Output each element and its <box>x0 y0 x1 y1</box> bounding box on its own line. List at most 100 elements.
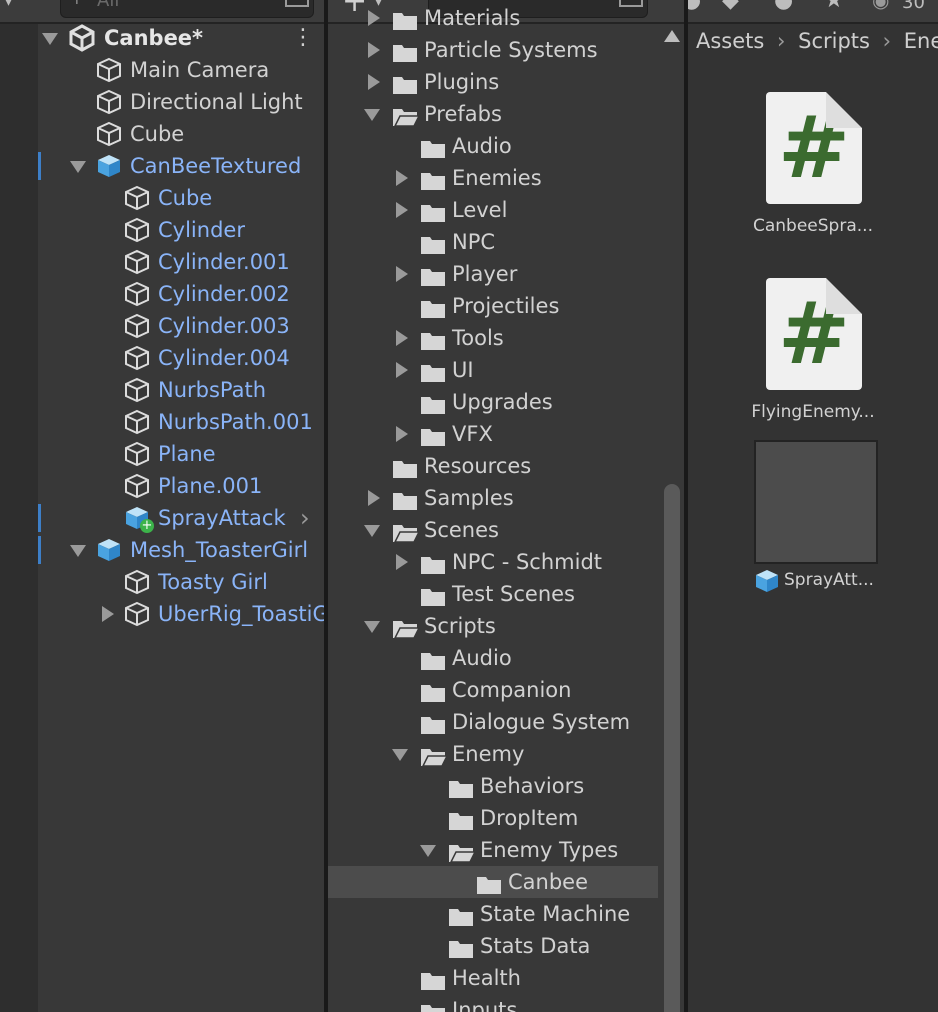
info-icon[interactable]: ● <box>774 0 793 13</box>
hierarchy-search-input[interactable]: ⚲ All <box>60 0 314 18</box>
hierarchy-item[interactable]: UberRig_ToastiGirl <box>0 598 324 630</box>
project-folder-item[interactable]: Dialogue System <box>328 706 658 738</box>
foldout-expanded-icon[interactable] <box>420 845 436 857</box>
project-folder-item[interactable]: Upgrades <box>328 386 658 418</box>
hierarchy-item-label: UberRig_ToastiGirl <box>158 602 324 626</box>
foldout-collapsed-icon[interactable] <box>396 266 408 282</box>
script-asset[interactable]: # CanbeeSpra... <box>738 92 888 252</box>
folder-open-icon <box>448 840 477 863</box>
hierarchy-item[interactable]: + SprayAttack › <box>0 502 324 534</box>
hierarchy-item[interactable]: Cylinder.001 <box>0 246 324 278</box>
prefab-asset[interactable]: SprayAtt... <box>738 440 888 624</box>
foldout-collapsed-icon[interactable] <box>396 170 408 186</box>
hierarchy-item[interactable]: Cube <box>0 118 324 150</box>
hierarchy-item[interactable]: Cube <box>0 182 324 214</box>
foldout-expanded-icon[interactable] <box>392 749 408 761</box>
project-folder-item[interactable]: State Machine <box>328 898 658 930</box>
folder-open-icon <box>392 616 421 639</box>
hierarchy-item-label: NurbsPath.001 <box>158 410 313 434</box>
project-folder-item[interactable]: Behaviors <box>328 770 658 802</box>
breadcrumb-scripts[interactable]: Scripts <box>798 29 870 53</box>
script-asset[interactable]: # FlyingEnemy... <box>738 278 888 438</box>
hierarchy-item[interactable]: Cylinder <box>0 214 324 246</box>
project-folder-item[interactable]: Materials <box>328 2 658 34</box>
open-prefab-chevron-icon[interactable]: › <box>300 502 310 534</box>
foldout-collapsed-icon[interactable] <box>396 202 408 218</box>
project-folder-item[interactable]: Test Scenes <box>328 578 658 610</box>
project-folder-item[interactable]: Audio <box>328 130 658 162</box>
hierarchy-item[interactable]: Plane <box>0 438 324 470</box>
asset-label: CanbeeSpra... <box>753 216 873 236</box>
project-folder-item[interactable]: Particle Systems <box>328 34 658 66</box>
foldout-expanded-icon[interactable] <box>70 161 86 173</box>
foldout-collapsed-icon[interactable] <box>396 554 408 570</box>
hierarchy-item[interactable]: Toasty Girl <box>0 566 324 598</box>
foldout-collapsed-icon[interactable] <box>368 490 380 506</box>
project-folder-item[interactable]: Scripts <box>328 610 658 642</box>
project-scroll-thumb[interactable] <box>664 484 680 1012</box>
hierarchy-item[interactable]: CanBeeTextured <box>0 150 324 182</box>
project-folder-item[interactable]: NPC <box>328 226 658 258</box>
project-folder-item[interactable]: Enemies <box>328 162 658 194</box>
gameobject-cube-icon <box>124 377 150 403</box>
foldout-expanded-icon[interactable] <box>364 621 380 633</box>
hierarchy-item[interactable]: NurbsPath.001 <box>0 406 324 438</box>
project-folder-item[interactable]: NPC - Schmidt <box>328 546 658 578</box>
foldout-collapsed-icon[interactable] <box>396 330 408 346</box>
folder-icon <box>420 392 446 414</box>
foldout-collapsed-icon[interactable] <box>368 42 380 58</box>
scene-foldout-arrow[interactable] <box>42 33 58 45</box>
project-folder-item[interactable]: Enemy Types <box>328 834 658 866</box>
hierarchy-item[interactable]: Main Camera <box>0 54 324 86</box>
project-folder-item[interactable]: DropItem <box>328 802 658 834</box>
project-folder-item[interactable]: Scenes <box>328 514 658 546</box>
foldout-collapsed-icon[interactable] <box>368 74 380 90</box>
scene-menu-icon[interactable]: ⋮ <box>292 22 314 54</box>
foldout-collapsed-icon[interactable] <box>368 10 380 26</box>
project-folder-item[interactable]: Samples <box>328 482 658 514</box>
hierarchy-item[interactable]: Plane.001 <box>0 470 324 502</box>
foldout-collapsed-icon[interactable] <box>396 426 408 442</box>
project-folder-item[interactable]: Projectiles <box>328 290 658 322</box>
folder-label: VFX <box>452 422 493 446</box>
project-folder-item[interactable]: Inputs <box>328 994 658 1012</box>
create-dropdown-icon[interactable]: ▾ <box>4 0 13 11</box>
hierarchy-item[interactable]: Directional Light <box>0 86 324 118</box>
foldout-collapsed-icon[interactable] <box>102 606 114 622</box>
hierarchy-item[interactable]: NurbsPath <box>0 374 324 406</box>
foldout-collapsed-icon[interactable] <box>396 362 408 378</box>
hierarchy-item[interactable]: Cylinder.004 <box>0 342 324 374</box>
foldout-expanded-icon[interactable] <box>364 525 380 537</box>
favorite-star-icon[interactable]: ★ <box>824 0 844 13</box>
project-folder-item[interactable]: Prefabs <box>328 98 658 130</box>
project-folder-item[interactable]: Player <box>328 258 658 290</box>
hidden-eye-icon[interactable]: ◉ <box>872 0 889 12</box>
project-folder-item[interactable]: Level <box>328 194 658 226</box>
hierarchy-item[interactable]: Cylinder.002 <box>0 278 324 310</box>
search-by-type-icon[interactable] <box>285 0 309 7</box>
project-folder-item[interactable]: Health <box>328 962 658 994</box>
prefab-icon <box>96 537 122 563</box>
scene-row[interactable]: Canbee* ⋮ <box>0 22 324 54</box>
project-folder-item[interactable]: Companion <box>328 674 658 706</box>
scroll-up-arrow-icon[interactable] <box>664 30 680 42</box>
foldout-expanded-icon[interactable] <box>364 109 380 121</box>
breadcrumb-enemy[interactable]: Enemy <box>904 29 938 53</box>
project-folder-item[interactable]: Audio <box>328 642 658 674</box>
project-folder-item[interactable]: Canbee <box>328 866 658 898</box>
label-filter-icon[interactable]: ◆ <box>722 0 739 13</box>
folder-label: Health <box>452 966 521 990</box>
project-folder-item[interactable]: UI <box>328 354 658 386</box>
hierarchy-item[interactable]: Mesh_ToasterGirl <box>0 534 324 566</box>
project-folder-item[interactable]: Plugins <box>328 66 658 98</box>
project-folder-item[interactable]: VFX <box>328 418 658 450</box>
project-folder-item[interactable]: Stats Data <box>328 930 658 962</box>
foldout-expanded-icon[interactable] <box>70 545 86 557</box>
hierarchy-item[interactable]: Cylinder.003 <box>0 310 324 342</box>
project-folder-item[interactable]: Enemy <box>328 738 658 770</box>
hierarchy-toolbar: ▾ ⚲ All <box>0 0 324 24</box>
scene-visibility-icon[interactable]: ● <box>688 0 701 13</box>
project-folder-item[interactable]: Resources <box>328 450 658 482</box>
project-folder-item[interactable]: Tools <box>328 322 658 354</box>
breadcrumb-assets[interactable]: Assets <box>696 29 764 53</box>
